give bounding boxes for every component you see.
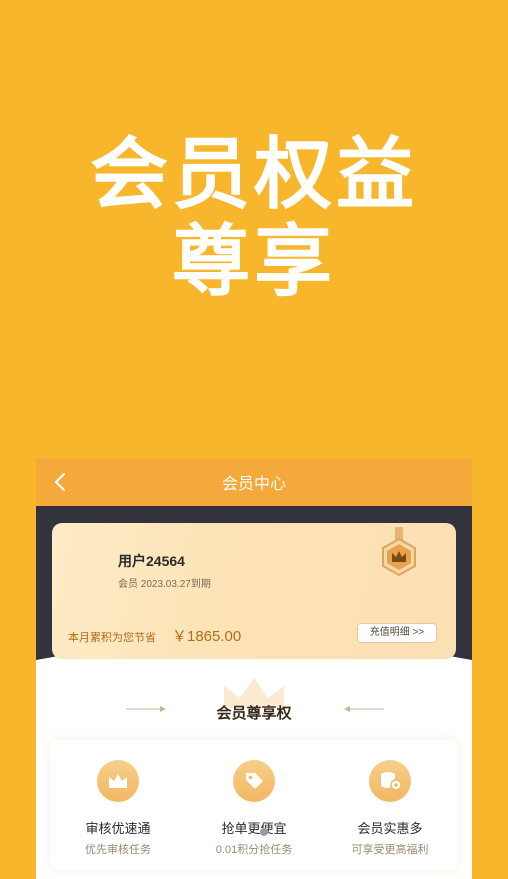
divider-right-icon bbox=[344, 706, 384, 712]
nav-bar: 会员中心 bbox=[36, 458, 472, 506]
membership-expiry: 会员 2023.03.27到期 bbox=[118, 579, 211, 590]
benefit-name: 审核优速通 bbox=[85, 821, 151, 836]
crown-badge-icon bbox=[382, 527, 416, 577]
benefits-panel: 审核优速通 优先审核任务 抢单更便宜 0.01积分抢任务 会员实惠多 可享受更高… bbox=[50, 740, 458, 870]
benefit-desc: 可享受更高福利 bbox=[351, 844, 429, 856]
crown-icon bbox=[97, 760, 139, 802]
benefit-name: 抢单更便宜 bbox=[221, 821, 287, 836]
section-header: 会员尊享权 bbox=[36, 660, 472, 734]
phone-screen: 会员中心 用户24564 会员 2023.03.27到期 本月累积为您节省 ￥1… bbox=[36, 458, 472, 879]
member-card: 用户24564 会员 2023.03.27到期 本月累积为您节省 ￥1865.0… bbox=[52, 523, 456, 659]
hero-line-1: 会员权益 bbox=[89, 129, 418, 220]
member-header: 用户24564 会员 2023.03.27到期 本月累积为您节省 ￥1865.0… bbox=[36, 506, 472, 660]
section-title: 会员尊享权 bbox=[216, 705, 292, 722]
benefit-item[interactable]: 审核优速通 优先审核任务 bbox=[50, 740, 186, 870]
touch-indicator bbox=[260, 828, 268, 836]
hero-title: 会员权益 尊享 bbox=[0, 130, 508, 304]
benefit-name: 会员实惠多 bbox=[357, 821, 423, 836]
savings-label: 本月累积为您节省 bbox=[68, 632, 156, 644]
tag-icon bbox=[233, 760, 275, 802]
benefit-desc: 0.01积分抢任务 bbox=[215, 844, 293, 856]
benefit-desc: 优先审核任务 bbox=[85, 844, 151, 856]
hero-line-2: 尊享 bbox=[171, 216, 336, 307]
chevron-left-icon bbox=[54, 472, 66, 492]
username: 用户24564 bbox=[118, 553, 185, 569]
back-button[interactable] bbox=[44, 466, 76, 498]
coins-icon bbox=[369, 760, 411, 802]
benefit-item[interactable]: 会员实惠多 可享受更高福利 bbox=[322, 740, 458, 870]
page-title: 会员中心 bbox=[221, 476, 286, 493]
benefit-item[interactable]: 抢单更便宜 0.01积分抢任务 bbox=[186, 740, 322, 870]
savings-value: ￥1865.00 bbox=[172, 628, 242, 645]
recharge-details-button[interactable]: 充值明细 >> bbox=[357, 623, 437, 643]
